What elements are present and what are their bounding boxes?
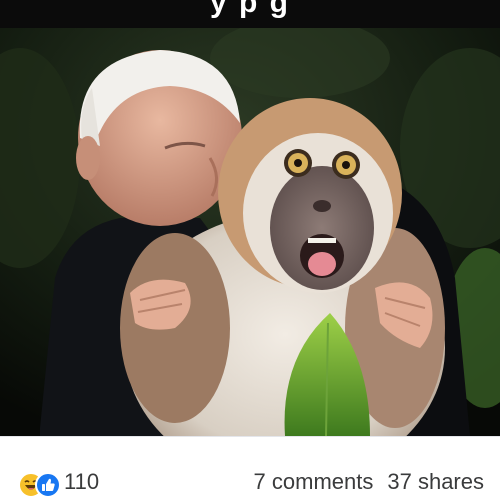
- reaction-icons: [18, 470, 61, 498]
- post-photo[interactable]: [0, 28, 500, 436]
- reaction-count: 110: [64, 469, 100, 494]
- comments-count-link[interactable]: 7 comments: [254, 469, 374, 495]
- post-footer: 110 7 comments 37 shares: [0, 437, 500, 501]
- meme-caption-text: y p g: [209, 0, 290, 19]
- like-icon: [35, 472, 61, 498]
- reactions-summary[interactable]: 110: [18, 469, 100, 498]
- engagement-counts: 7 comments 37 shares: [254, 469, 484, 495]
- facebook-post: y p g 110 7 comments 37 shares: [0, 0, 500, 501]
- shares-count-link[interactable]: 37 shares: [387, 469, 484, 495]
- meme-caption-strip: y p g: [0, 0, 500, 28]
- photo-illustration: [0, 28, 500, 436]
